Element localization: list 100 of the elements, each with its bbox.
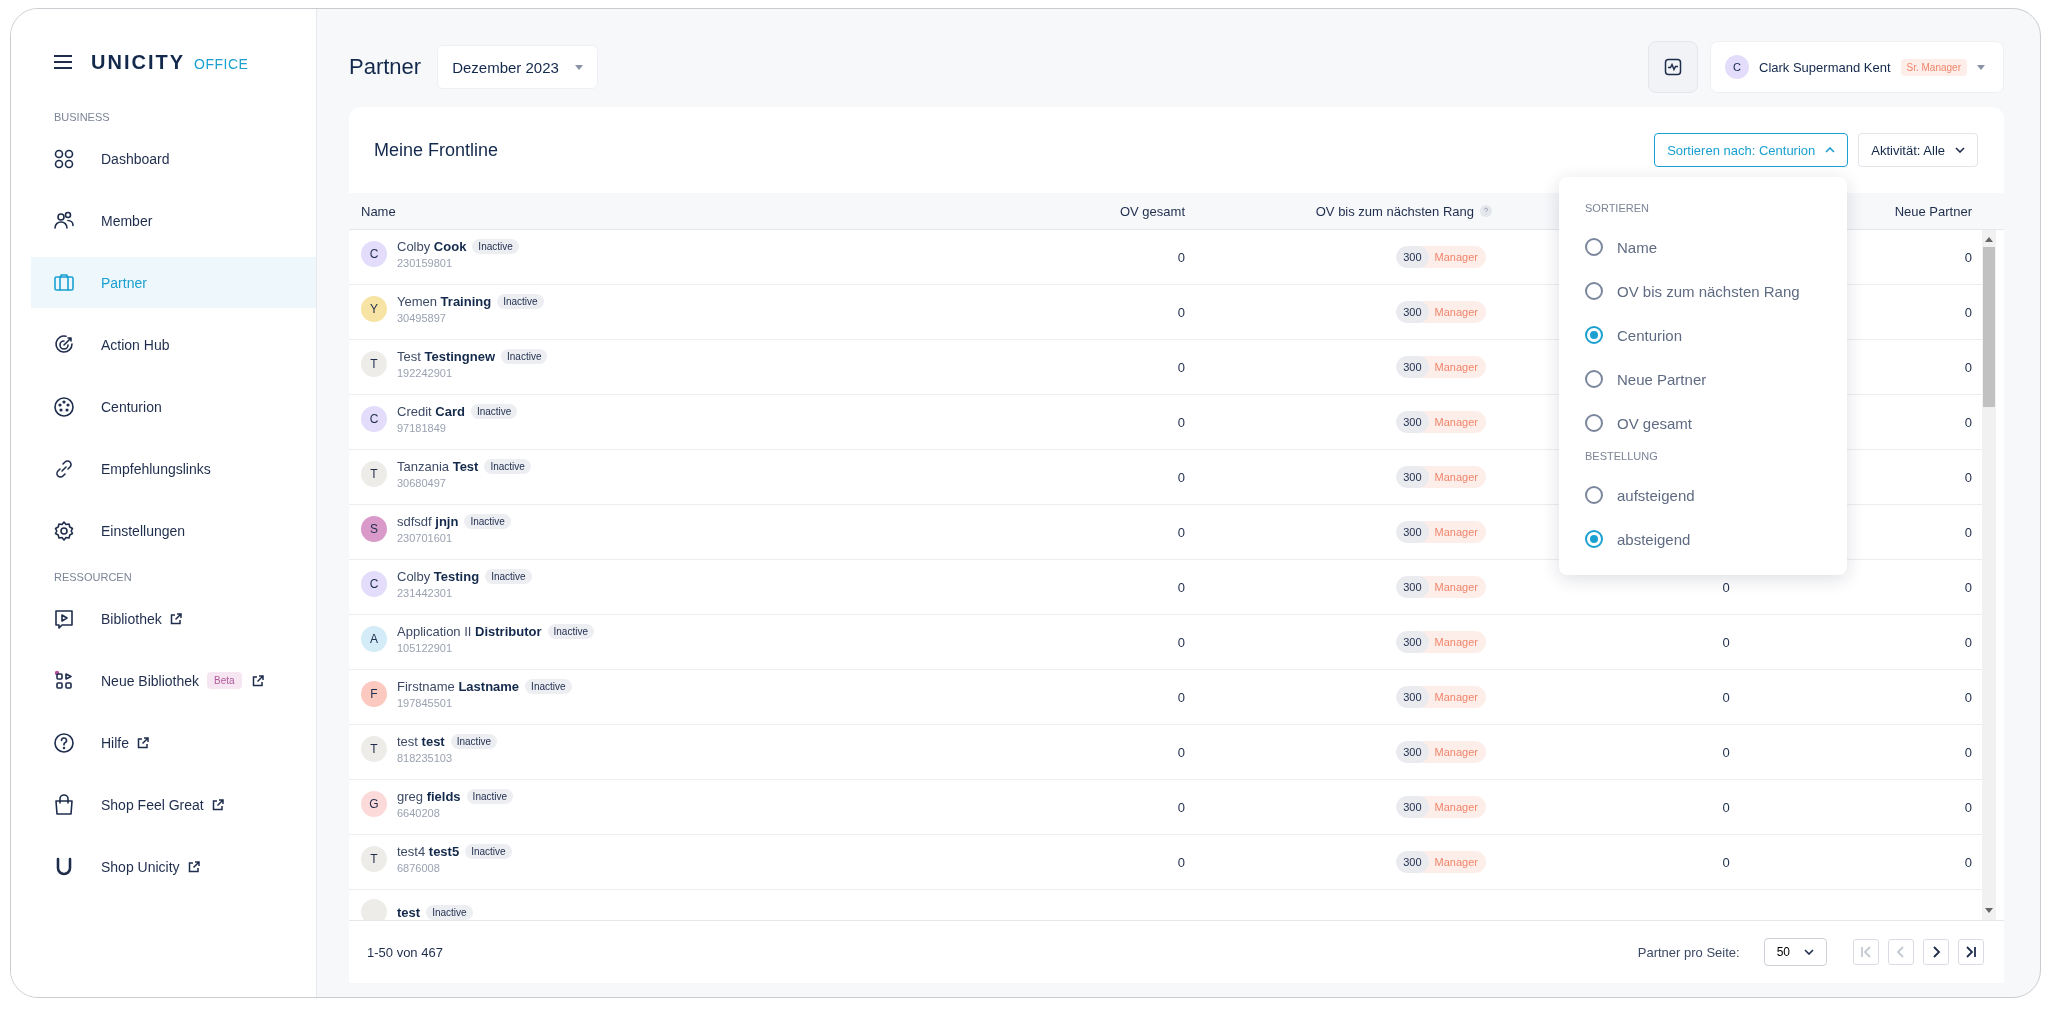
- partner-name[interactable]: Credit Card: [397, 404, 465, 419]
- table-cell: 0: [1964, 304, 1972, 320]
- radio-button[interactable]: [1585, 238, 1603, 256]
- table-cell: 0: [1177, 469, 1185, 485]
- partner-name[interactable]: Application II Distributor: [397, 624, 542, 639]
- activity-filter[interactable]: Aktivität: Alle: [1858, 133, 1978, 167]
- radio-button[interactable]: [1585, 414, 1603, 432]
- people-icon: [53, 209, 75, 232]
- beta-badge: Beta: [207, 672, 242, 689]
- sort-option[interactable]: Centurion: [1585, 313, 1821, 357]
- table-cell: 0: [1964, 469, 1972, 485]
- period-dropdown[interactable]: Dezember 2023: [437, 45, 598, 89]
- partner-name[interactable]: Test Testingnew: [397, 349, 495, 364]
- partner-id: 6876008: [397, 862, 441, 874]
- partner-name[interactable]: test: [397, 904, 421, 920]
- sidebar-item[interactable]: Shop Feel Great: [31, 779, 316, 830]
- radio-button[interactable]: [1585, 282, 1603, 300]
- radio-button[interactable]: [1585, 326, 1603, 344]
- radio-button[interactable]: [1585, 370, 1603, 388]
- avatar: T: [361, 846, 387, 872]
- table-cell: 0: [1964, 579, 1972, 595]
- sort-option[interactable]: absteigend: [1585, 517, 1821, 561]
- user-menu[interactable]: C Clark Supermand Kent Sr. Manager: [1710, 41, 2004, 93]
- status-badge: Inactive: [465, 844, 512, 859]
- chevron-down-icon: [1804, 949, 1814, 955]
- per-page-select[interactable]: 50: [1763, 938, 1827, 966]
- avatar: A: [361, 626, 387, 652]
- partner-name[interactable]: sdfsdf jnjn: [397, 514, 459, 529]
- sort-option[interactable]: OV bis zum nächsten Rang: [1585, 269, 1821, 313]
- partner-name[interactable]: Colby Testing: [397, 569, 480, 584]
- partner-name[interactable]: greg fields: [397, 789, 461, 804]
- pulse-icon: [1664, 58, 1682, 76]
- table-cell: 0: [1177, 799, 1185, 815]
- scrollbar-thumb[interactable]: [1983, 247, 1995, 407]
- briefcase-icon: [53, 271, 75, 294]
- page-button[interactable]: [1923, 939, 1949, 965]
- column-header[interactable]: OV bis zum nächsten Rang: [1315, 203, 1474, 219]
- partner-name[interactable]: Firstname Lastname: [397, 679, 520, 694]
- sidebar-item[interactable]: Dashboard: [31, 133, 316, 184]
- settings-icon: [53, 519, 75, 542]
- avatar: G: [361, 791, 387, 817]
- card-title: Meine Frontline: [374, 139, 499, 161]
- status-badge: Inactive: [426, 904, 473, 920]
- partner-id: 97181849: [397, 422, 447, 434]
- sort-option[interactable]: Name: [1585, 225, 1821, 269]
- scroll-down-icon[interactable]: [1985, 908, 1993, 914]
- avatar: C: [361, 406, 387, 432]
- help-icon: [53, 731, 75, 754]
- sidebar-item[interactable]: Action Hub: [31, 319, 316, 370]
- first-page-icon: [1859, 945, 1873, 959]
- scrollbar[interactable]: [1982, 230, 1996, 920]
- chevron-down-icon: [1955, 147, 1965, 153]
- partner-id: 230701601: [397, 532, 454, 544]
- sort-option[interactable]: OV gesamt: [1585, 401, 1821, 445]
- table-cell: 0: [1722, 744, 1730, 760]
- sidebar-item[interactable]: Empfehlungslinks: [31, 443, 316, 494]
- logo[interactable]: UNICITY OFFICE: [91, 50, 249, 74]
- table-cell: 0: [1177, 744, 1185, 760]
- avatar: C: [1725, 55, 1749, 79]
- sidebar-item[interactable]: Centurion: [31, 381, 316, 432]
- grid-icon: [53, 147, 75, 170]
- section-label: BUSINESS: [53, 110, 111, 125]
- activity-button[interactable]: [1648, 41, 1698, 93]
- status-badge: Inactive: [547, 624, 594, 639]
- sort-option[interactable]: aufsteigend: [1585, 473, 1821, 517]
- chevron-up-icon: [1825, 147, 1836, 153]
- partner-id: 6640208: [397, 807, 441, 819]
- table-cell: 0: [1177, 304, 1185, 320]
- sidebar-item[interactable]: Neue Bibliothek Beta: [31, 655, 316, 706]
- status-badge: Inactive: [464, 514, 511, 529]
- sidebar-item[interactable]: Hilfe: [31, 717, 316, 768]
- avatar: F: [361, 681, 387, 707]
- partner-name[interactable]: Tanzania Test: [397, 459, 479, 474]
- column-header[interactable]: Name: [361, 203, 396, 219]
- sidebar-item[interactable]: Bibliothek: [31, 593, 316, 644]
- table-cell: 0: [1964, 744, 1972, 760]
- sidebar-item[interactable]: Einstellungen: [31, 505, 316, 556]
- sidebar-item[interactable]: Shop Unicity: [31, 841, 316, 892]
- partner-name[interactable]: Colby Cook: [397, 239, 467, 254]
- radio-button[interactable]: [1585, 486, 1603, 504]
- partner-name[interactable]: Yemen Training: [397, 294, 492, 309]
- avatar: C: [361, 571, 387, 597]
- scroll-up-icon[interactable]: [1985, 236, 1993, 242]
- radio-button[interactable]: [1585, 530, 1603, 548]
- partner-name[interactable]: test test: [397, 734, 445, 749]
- partner-name[interactable]: test4 test5: [397, 844, 460, 859]
- column-header[interactable]: OV gesamt: [1119, 203, 1185, 219]
- column-header[interactable]: Neue Partner: [1894, 203, 1972, 219]
- table-cell: 0: [1177, 359, 1185, 375]
- external-link-icon: [169, 612, 182, 625]
- partner-id: 231442301: [397, 587, 454, 599]
- partner-id: 105122901: [397, 642, 454, 654]
- table-cell: 0: [1722, 689, 1730, 705]
- sidebar-item[interactable]: Member: [31, 195, 316, 246]
- rank-badge: Sr. Manager: [1900, 58, 1967, 76]
- sort-option[interactable]: Neue Partner: [1585, 357, 1821, 401]
- menu-icon[interactable]: [53, 54, 73, 70]
- page-title: Partner: [349, 54, 422, 80]
- page-button[interactable]: [1958, 939, 1984, 965]
- status-badge: Inactive: [501, 349, 548, 364]
